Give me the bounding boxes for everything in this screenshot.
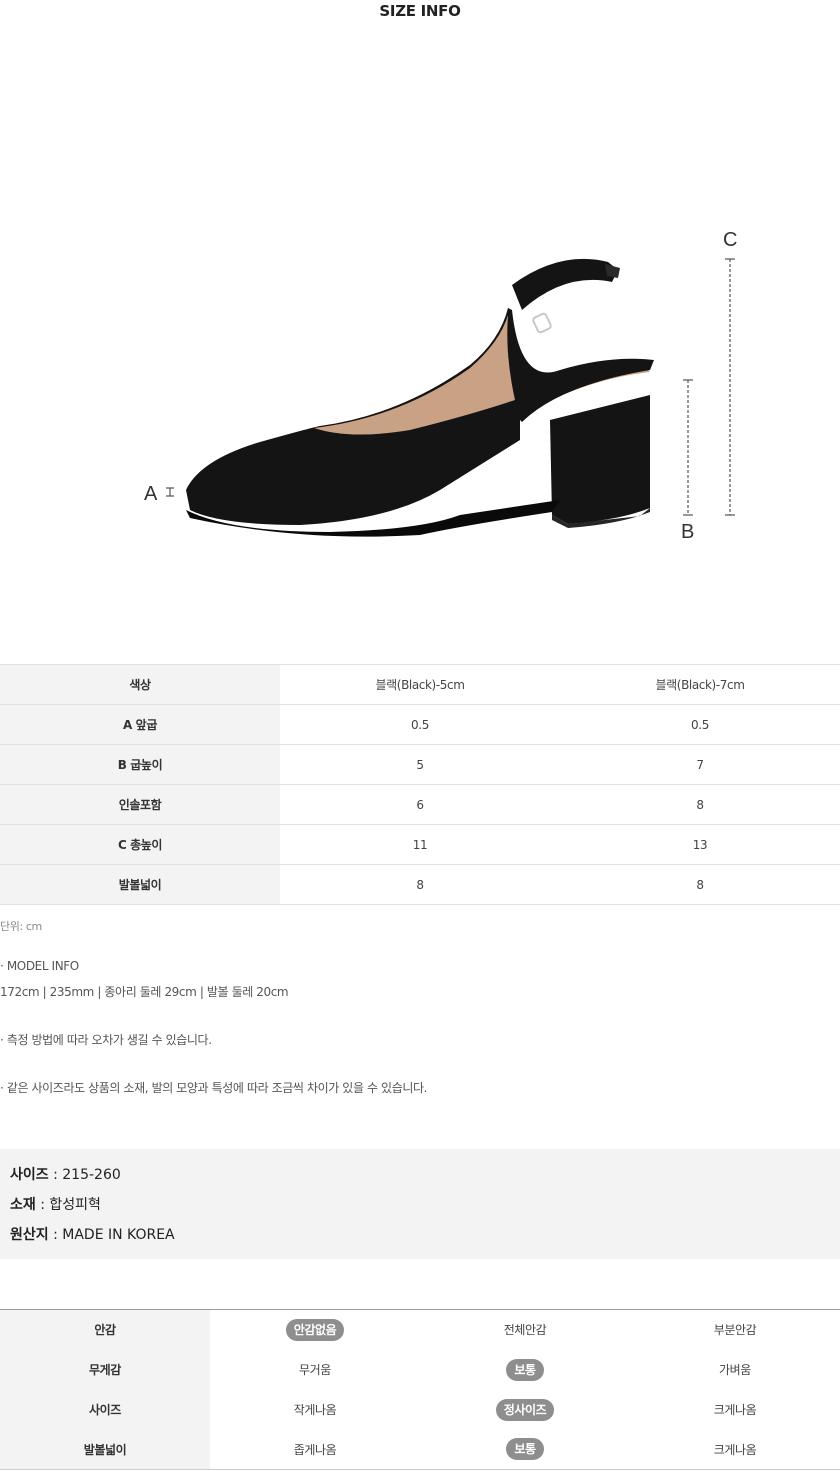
table-row: B 굽높이 5 7 xyxy=(0,744,840,785)
table-row: 사이즈 작게나옴 정사이즈 크게나옴 xyxy=(0,1389,840,1430)
spec-size-value: : 215-260 xyxy=(48,1167,121,1183)
option: 작게나옴 xyxy=(293,1403,337,1417)
feel-table: 안감 안감없음 전체안감 부분안감 무게감 무거움 보통 가벼움 사이즈 작게나… xyxy=(0,1309,840,1470)
row-label: C 총높이 xyxy=(0,824,280,865)
cell-value: 0.5 xyxy=(560,704,840,745)
table-row: A 앞굽 0.5 0.5 xyxy=(0,704,840,745)
note-measure: · 측정 방법에 따라 오차가 생길 수 있습니다. xyxy=(0,1033,212,1047)
spec-origin-value: : MADE IN KOREA xyxy=(48,1227,175,1243)
cell-value: 0.5 xyxy=(280,704,560,745)
row-label: 인솔포함 xyxy=(0,784,280,825)
note-difference: · 같은 사이즈라도 상품의 소재, 발의 모양과 특성에 따라 조금씩 차이가… xyxy=(0,1081,428,1095)
spec-size-label: 사이즈 xyxy=(10,1167,49,1183)
cell-value: 블랙(Black)-7cm xyxy=(560,664,840,705)
cell-value: 8 xyxy=(280,864,560,905)
cell-value: 11 xyxy=(280,824,560,865)
spec-origin: 원산지 : MADE IN KOREA xyxy=(10,1224,175,1244)
option: 무거움 xyxy=(299,1363,331,1377)
cell-value: 6 xyxy=(280,784,560,825)
row-label: 무게감 xyxy=(0,1349,210,1390)
row-label: A 앞굽 xyxy=(0,704,280,745)
table-row: 발볼넓이 8 8 xyxy=(0,864,840,905)
spec-origin-label: 원산지 xyxy=(10,1227,49,1243)
model-info: 172cm | 235mm | 종아리 둘레 29cm | 발볼 둘레 20cm xyxy=(0,985,289,999)
label-c: C xyxy=(723,229,737,251)
row-label: 안감 xyxy=(0,1309,210,1350)
cell-value: 13 xyxy=(560,824,840,865)
table-row: 색상 블랙(Black)-5cm 블랙(Black)-7cm xyxy=(0,664,840,705)
shoe-illustration xyxy=(186,258,654,537)
option-selected: 안감없음 xyxy=(285,1318,345,1341)
cell-value: 8 xyxy=(560,784,840,825)
row-label: B 굽높이 xyxy=(0,744,280,785)
spec-material-value: : 합성피혁 xyxy=(35,1197,101,1213)
option: 가벼움 xyxy=(719,1363,751,1377)
row-label: 발볼넓이 xyxy=(0,1429,210,1470)
row-label: 사이즈 xyxy=(0,1389,210,1430)
spec-box: 사이즈 : 215-260 소재 : 합성피혁 원산지 : MADE IN KO… xyxy=(0,1149,840,1259)
row-label: 발볼넓이 xyxy=(0,864,280,905)
option: 부분안감 xyxy=(713,1323,757,1338)
unit-note: 단위: cm xyxy=(0,920,42,933)
option: 전체안감 xyxy=(503,1323,547,1338)
label-a: A xyxy=(144,483,158,505)
model-info-title: · MODEL INFO xyxy=(0,959,79,973)
cell-value: 블랙(Black)-5cm xyxy=(280,664,560,705)
page-title: SIZE INFO xyxy=(379,2,461,20)
option: 크게나옴 xyxy=(713,1403,757,1417)
option: 크게나옴 xyxy=(630,1429,840,1470)
option-selected: 보통 xyxy=(506,1438,544,1461)
table-row: 인솔포함 6 8 xyxy=(0,784,840,825)
table-row: 발볼넓이 좁게나옴 보통 크게나옴 xyxy=(0,1429,840,1470)
cell-value: 5 xyxy=(280,744,560,785)
table-row: 안감 안감없음 전체안감 부분안감 xyxy=(0,1309,840,1350)
table-row: C 총높이 11 13 xyxy=(0,824,840,865)
shoe-size-diagram: A B C xyxy=(144,229,737,543)
spec-material: 소재 : 합성피혁 xyxy=(10,1194,101,1214)
row-label: 색상 xyxy=(0,664,280,705)
option-selected: 정사이즈 xyxy=(495,1398,555,1421)
option-selected: 보통 xyxy=(506,1358,544,1381)
spec-material-label: 소재 xyxy=(10,1197,36,1213)
cell-value: 8 xyxy=(560,864,840,905)
size-table: 색상 블랙(Black)-5cm 블랙(Black)-7cm A 앞굽 0.5 … xyxy=(0,664,840,905)
spec-size: 사이즈 : 215-260 xyxy=(10,1164,121,1184)
table-row: 무게감 무거움 보통 가벼움 xyxy=(0,1349,840,1390)
label-b: B xyxy=(681,521,694,543)
cell-value: 7 xyxy=(560,744,840,785)
option: 좁게나옴 xyxy=(210,1429,420,1470)
